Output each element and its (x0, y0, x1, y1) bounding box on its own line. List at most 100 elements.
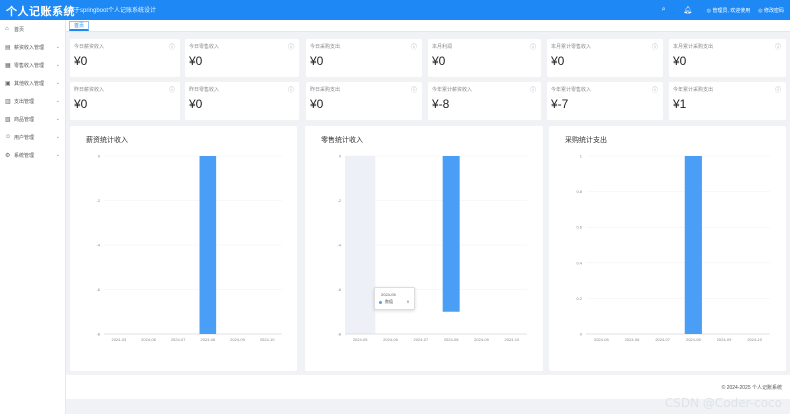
salary-chart: 0 -2 -4 -6 -8 2024-03 2024-06 2024-07 2024-08 202… (96, 154, 282, 342)
sidebar-item-label: 商品管理 (14, 116, 35, 123)
stat-label: 今年累计采购支出 (673, 87, 714, 93)
y-tick-label: -8 (337, 332, 341, 337)
y-tick-label: 0.4 (576, 260, 582, 265)
other-income-icon: ▣ (5, 80, 11, 87)
info-icon[interactable]: ⓘ (288, 85, 294, 94)
tab-home[interactable]: 首页 (69, 21, 90, 31)
stat-value: ¥0 (551, 54, 565, 68)
bar (684, 156, 702, 334)
stat-label: 今日零售收入 (189, 44, 220, 50)
stat-value: ¥0 (74, 54, 88, 68)
user-label: 管理员, 欢迎使用 (712, 7, 751, 14)
stat-label: 昨日零售收入 (189, 87, 220, 93)
stat-value: ¥0 (310, 97, 324, 111)
x-tick-label: 2024-10 (260, 337, 275, 342)
stat-value: ¥-8 (432, 97, 450, 111)
tooltip-title: 2024-05 (381, 292, 396, 297)
info-icon[interactable]: ⓘ (775, 42, 781, 51)
system-icon: ⚙ (5, 152, 11, 159)
stat-label: 本月利润 (432, 44, 453, 50)
stat-card: 今日零售收入 ¥0 ⓘ (185, 39, 299, 77)
sidebar-item-user[interactable]: ☺ 用户管理 ⌄ (0, 128, 65, 146)
bell-icon[interactable]: 🔔︎ (683, 6, 693, 14)
chart-panel-salary: 薪资统计收入 0 -2 -4 -6 -8 2024-03 2024-06 2024-07 202… (70, 126, 297, 371)
stat-card: 昨日薪资收入 ¥0 ⓘ (70, 82, 180, 120)
y-tick-label: -2 (337, 198, 341, 203)
sidebar-item-home[interactable]: ⌂ 首页 (0, 20, 65, 38)
x-tick-label: 2024-07 (655, 337, 670, 342)
stat-value: ¥-7 (551, 97, 569, 111)
x-tick-label: 2024-09 (230, 337, 245, 342)
stat-label: 今日采购支出 (310, 44, 341, 50)
stat-card: 今日薪资收入 ¥0 ⓘ (70, 39, 180, 77)
stat-label: 昨日薪资收入 (74, 87, 105, 93)
bar (199, 156, 217, 334)
info-icon[interactable]: ⓘ (530, 85, 536, 94)
info-icon[interactable]: ⓘ (775, 85, 781, 94)
home-icon: ⌂ (5, 26, 9, 32)
stat-value: ¥0 (189, 54, 203, 68)
sidebar-item-other-income[interactable]: ▣ 其他收入管理 ⌄ (0, 74, 65, 92)
y-tick-label: -2 (96, 198, 100, 203)
x-tick-label: 2024-08 (200, 337, 215, 342)
top-header: 个人记账系统 基于springboot个人记账系统设计 ⌕ 🔔︎ ◎ 管理员, … (0, 0, 790, 20)
app-title: 个人记账系统 (6, 6, 75, 18)
change-password-link[interactable]: ◎ 修改密码 (758, 7, 784, 14)
user-menu[interactable]: ◎ 管理员, 欢迎使用 (707, 7, 751, 14)
info-icon[interactable]: ⓘ (530, 42, 536, 51)
tabs-bar: 首页 (66, 20, 790, 32)
stat-card: 今年累计零售收入 ¥-7 ⓘ (547, 82, 663, 120)
info-icon[interactable]: ⓘ (652, 85, 658, 94)
expense-icon: ▥ (5, 98, 11, 105)
sidebar-item-label: 薪资收入管理 (14, 44, 45, 51)
footer-copyright: © 2024-2025 个人记账系统 (721, 385, 782, 391)
y-tick-label: -6 (337, 287, 341, 292)
chart-tooltip: 2024-05 数值 0 (374, 287, 415, 310)
search-icon[interactable]: ⌕ (659, 6, 669, 14)
header-actions: ⌕ 🔔︎ ◎ 管理员, 欢迎使用 ◎ 修改密码 (659, 0, 790, 20)
y-tick-label: 0 (580, 332, 583, 337)
sidebar-item-system[interactable]: ⚙ 系统管理 ⌄ (0, 146, 65, 164)
y-tick-label: 0 (98, 154, 101, 159)
x-tick-label: 2024-06 (625, 337, 640, 342)
y-tick-label: 0 (339, 154, 342, 159)
salary-icon: ▤ (5, 44, 11, 51)
sidebar-item-goods[interactable]: ▧ 商品管理 ⌄ (0, 110, 65, 128)
stat-card: 本月利润 ¥0 ⓘ (428, 39, 541, 77)
info-icon[interactable]: ⓘ (169, 85, 175, 94)
app-subtitle: 基于springboot个人记账系统设计 (68, 8, 157, 14)
chevron-down-icon: ⌄ (55, 44, 60, 50)
sidebar-item-label: 支出管理 (14, 98, 35, 105)
x-tick-label: 2024-07 (171, 337, 186, 342)
info-icon[interactable]: ⓘ (169, 42, 175, 51)
stat-card: 昨日采购支出 ¥0 ⓘ (306, 82, 422, 120)
sidebar-item-retail[interactable]: ▦ 零售收入管理 ⌄ (0, 56, 65, 74)
y-tick-label: -8 (96, 332, 100, 337)
info-icon[interactable]: ⓘ (411, 42, 417, 51)
x-tick-label: 2024-08 (686, 337, 701, 342)
stat-card: 本月累计采购支出 ¥0 ⓘ (669, 39, 786, 77)
chevron-down-icon: ⌄ (55, 152, 60, 158)
info-icon[interactable]: ⓘ (411, 85, 417, 94)
bar (442, 156, 460, 312)
sidebar: ⌂ 首页 ▤ 薪资收入管理 ⌄ ▦ 零售收入管理 ⌄ ▣ 其他收入管理 ⌄ ▥ 支出管理 ⌄ ▧ 商品管理 ⌄ ☺… (0, 20, 66, 414)
x-tick-label: 2024-05 (594, 337, 609, 342)
watermark: CSDN @Coder-coco (664, 396, 782, 410)
stat-value: ¥0 (432, 54, 446, 68)
sidebar-item-expense[interactable]: ▥ 支出管理 ⌄ (0, 92, 65, 110)
info-icon[interactable]: ⓘ (652, 42, 658, 51)
y-tick-label: 1 (580, 154, 583, 159)
sidebar-item-salary[interactable]: ▤ 薪资收入管理 ⌄ (0, 38, 65, 56)
stat-card: 昨日零售收入 ¥0 ⓘ (185, 82, 299, 120)
info-icon[interactable]: ⓘ (288, 42, 294, 51)
x-tick-label: 2024-07 (413, 337, 428, 342)
x-tick-label: 2024-08 (444, 337, 459, 342)
chevron-down-icon: ⌄ (55, 116, 60, 122)
goods-icon: ▧ (5, 116, 11, 123)
stat-value: ¥0 (673, 54, 687, 68)
x-tick-label: 2024-10 (747, 337, 762, 342)
retail-icon: ▦ (5, 62, 11, 69)
chevron-down-icon: ⌄ (55, 80, 60, 86)
stat-label: 本月累计采购支出 (673, 44, 714, 50)
stat-label: 昨日采购支出 (310, 87, 341, 93)
